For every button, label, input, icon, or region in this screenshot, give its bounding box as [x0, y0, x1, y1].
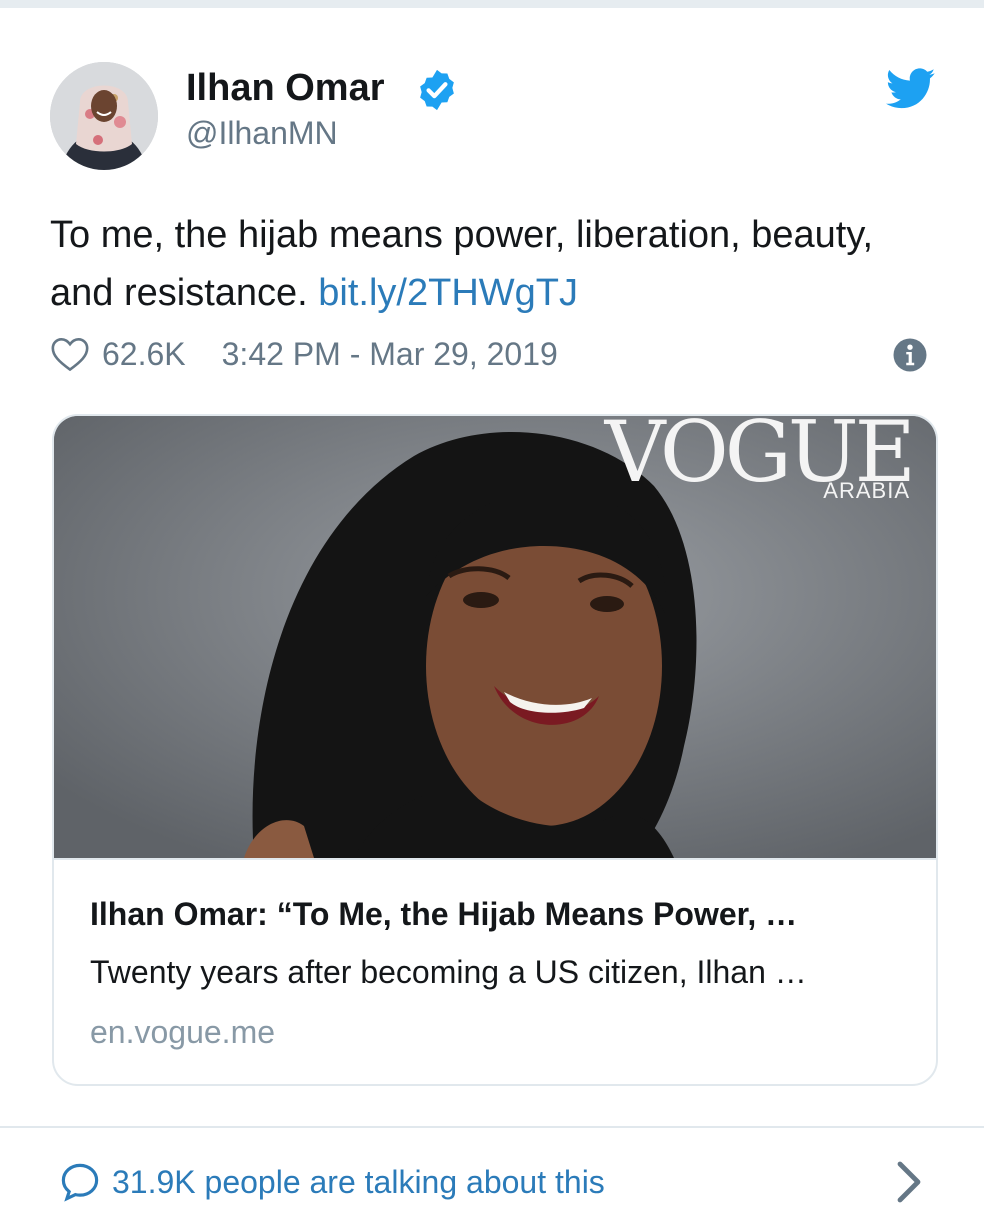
top-divider	[0, 0, 984, 8]
like-count[interactable]: 62.6K	[102, 336, 186, 373]
verified-badge-icon	[420, 69, 454, 111]
footer-divider	[0, 1126, 984, 1128]
link-card[interactable]: VOGUE ARABIA Ilhan Omar: “To Me, the Hij…	[52, 414, 938, 1086]
profile-photo	[50, 62, 158, 170]
conversation-link[interactable]: 31.9K people are talking about this	[58, 1158, 605, 1206]
chevron-right-icon[interactable]	[896, 1160, 922, 1204]
tweet-meta: 62.6K 3:42 PM - Mar 29, 2019	[50, 330, 558, 378]
card-title[interactable]: Ilhan Omar: “To Me, the Hijab Means Powe…	[90, 894, 910, 934]
card-divider	[54, 858, 936, 860]
author-handle[interactable]: @IlhanMN	[186, 113, 338, 153]
info-icon[interactable]	[892, 337, 928, 373]
twitter-bird-icon[interactable]	[886, 68, 936, 110]
heart-icon[interactable]	[50, 336, 90, 372]
card-description[interactable]: Twenty years after becoming a US citizen…	[90, 952, 910, 992]
conversation-label[interactable]: 31.9K people are talking about this	[112, 1164, 605, 1201]
magazine-logo-subtitle: ARABIA	[823, 478, 910, 503]
avatar[interactable]	[50, 62, 158, 170]
card-domain[interactable]: en.vogue.me	[90, 1012, 275, 1052]
card-image[interactable]: VOGUE ARABIA	[54, 416, 936, 858]
tweet-link[interactable]: bit.ly/2THWgTJ	[318, 272, 578, 314]
reply-bubble-icon	[61, 1163, 99, 1202]
timestamp[interactable]: 3:42 PM - Mar 29, 2019	[222, 336, 558, 373]
tweet-text: To me, the hijab means power, liberation…	[50, 206, 930, 322]
author-name[interactable]: Ilhan Omar	[186, 66, 385, 110]
